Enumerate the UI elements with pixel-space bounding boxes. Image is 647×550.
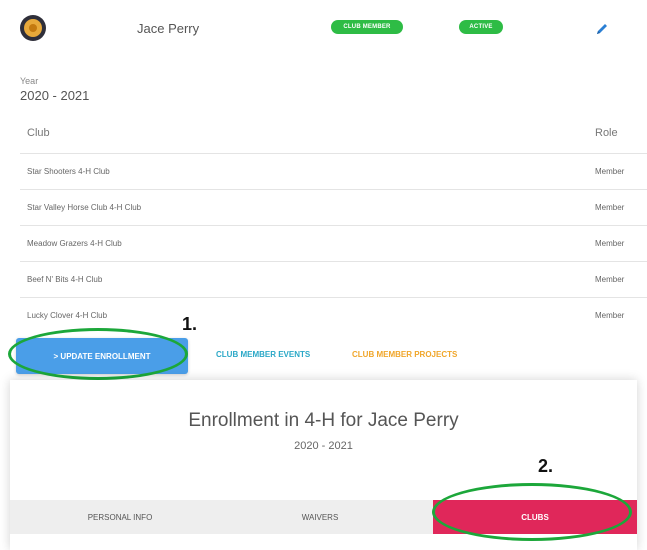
role-cell: Member xyxy=(595,167,625,176)
table-row: Beef N' Bits 4-H Club Member xyxy=(20,262,647,298)
avatar-image xyxy=(24,19,42,37)
column-header-role: Role xyxy=(595,127,618,139)
tab-clubs[interactable]: CLUBS xyxy=(433,500,637,534)
member-name: Jace Perry xyxy=(137,21,200,36)
club-name-cell: Meadow Grazers 4-H Club xyxy=(27,239,122,248)
active-status-badge: ACTIVE xyxy=(459,20,503,34)
pencil-icon[interactable] xyxy=(594,21,610,37)
year-value: 2020 - 2021 xyxy=(20,88,90,103)
role-cell: Member xyxy=(595,239,625,248)
column-header-club: Club xyxy=(27,127,50,139)
enrollment-tabs: PERSONAL INFO WAIVERS CLUBS xyxy=(10,500,637,534)
club-name-cell: Star Shooters 4-H Club xyxy=(27,167,110,176)
tab-waivers[interactable]: WAIVERS xyxy=(280,500,360,534)
step-1-marker: 1. xyxy=(182,314,198,334)
club-member-events-link[interactable]: CLUB MEMBER EVENTS xyxy=(216,350,310,359)
club-name-cell: Lucky Clover 4-H Club xyxy=(27,311,108,320)
step-2-marker: 2. xyxy=(538,456,554,476)
update-enrollment-button[interactable]: > UPDATE ENROLLMENT xyxy=(16,338,188,374)
member-page: Jace Perry CLUB MEMBER ACTIVE Year 2020 … xyxy=(0,0,647,550)
club-name-cell: Star Valley Horse Club 4-H Club xyxy=(27,203,142,212)
avatar xyxy=(20,15,46,41)
enrollment-title: Enrollment in 4-H for Jace Perry xyxy=(188,410,459,431)
role-cell: Member xyxy=(595,311,625,320)
role-cell: Member xyxy=(595,275,625,284)
enrollment-year: 2020 - 2021 xyxy=(294,440,353,452)
table-row: Star Shooters 4-H Club Member xyxy=(20,154,647,190)
club-member-projects-link[interactable]: CLUB MEMBER PROJECTS xyxy=(352,350,457,359)
club-member-badge: CLUB MEMBER xyxy=(331,20,403,34)
table-row: Meadow Grazers 4-H Club Member xyxy=(20,226,647,262)
tab-personal-info[interactable]: PERSONAL INFO xyxy=(60,500,180,534)
role-cell: Member xyxy=(595,203,625,212)
table-header: Club Role xyxy=(20,117,647,154)
clubs-table: Club Role Star Shooters 4-H Club Member … xyxy=(20,117,647,333)
table-row: Star Valley Horse Club 4-H Club Member xyxy=(20,190,647,226)
year-label: Year xyxy=(20,76,39,86)
club-name-cell: Beef N' Bits 4-H Club xyxy=(27,275,103,284)
table-row: Lucky Clover 4-H Club Member xyxy=(20,298,647,333)
